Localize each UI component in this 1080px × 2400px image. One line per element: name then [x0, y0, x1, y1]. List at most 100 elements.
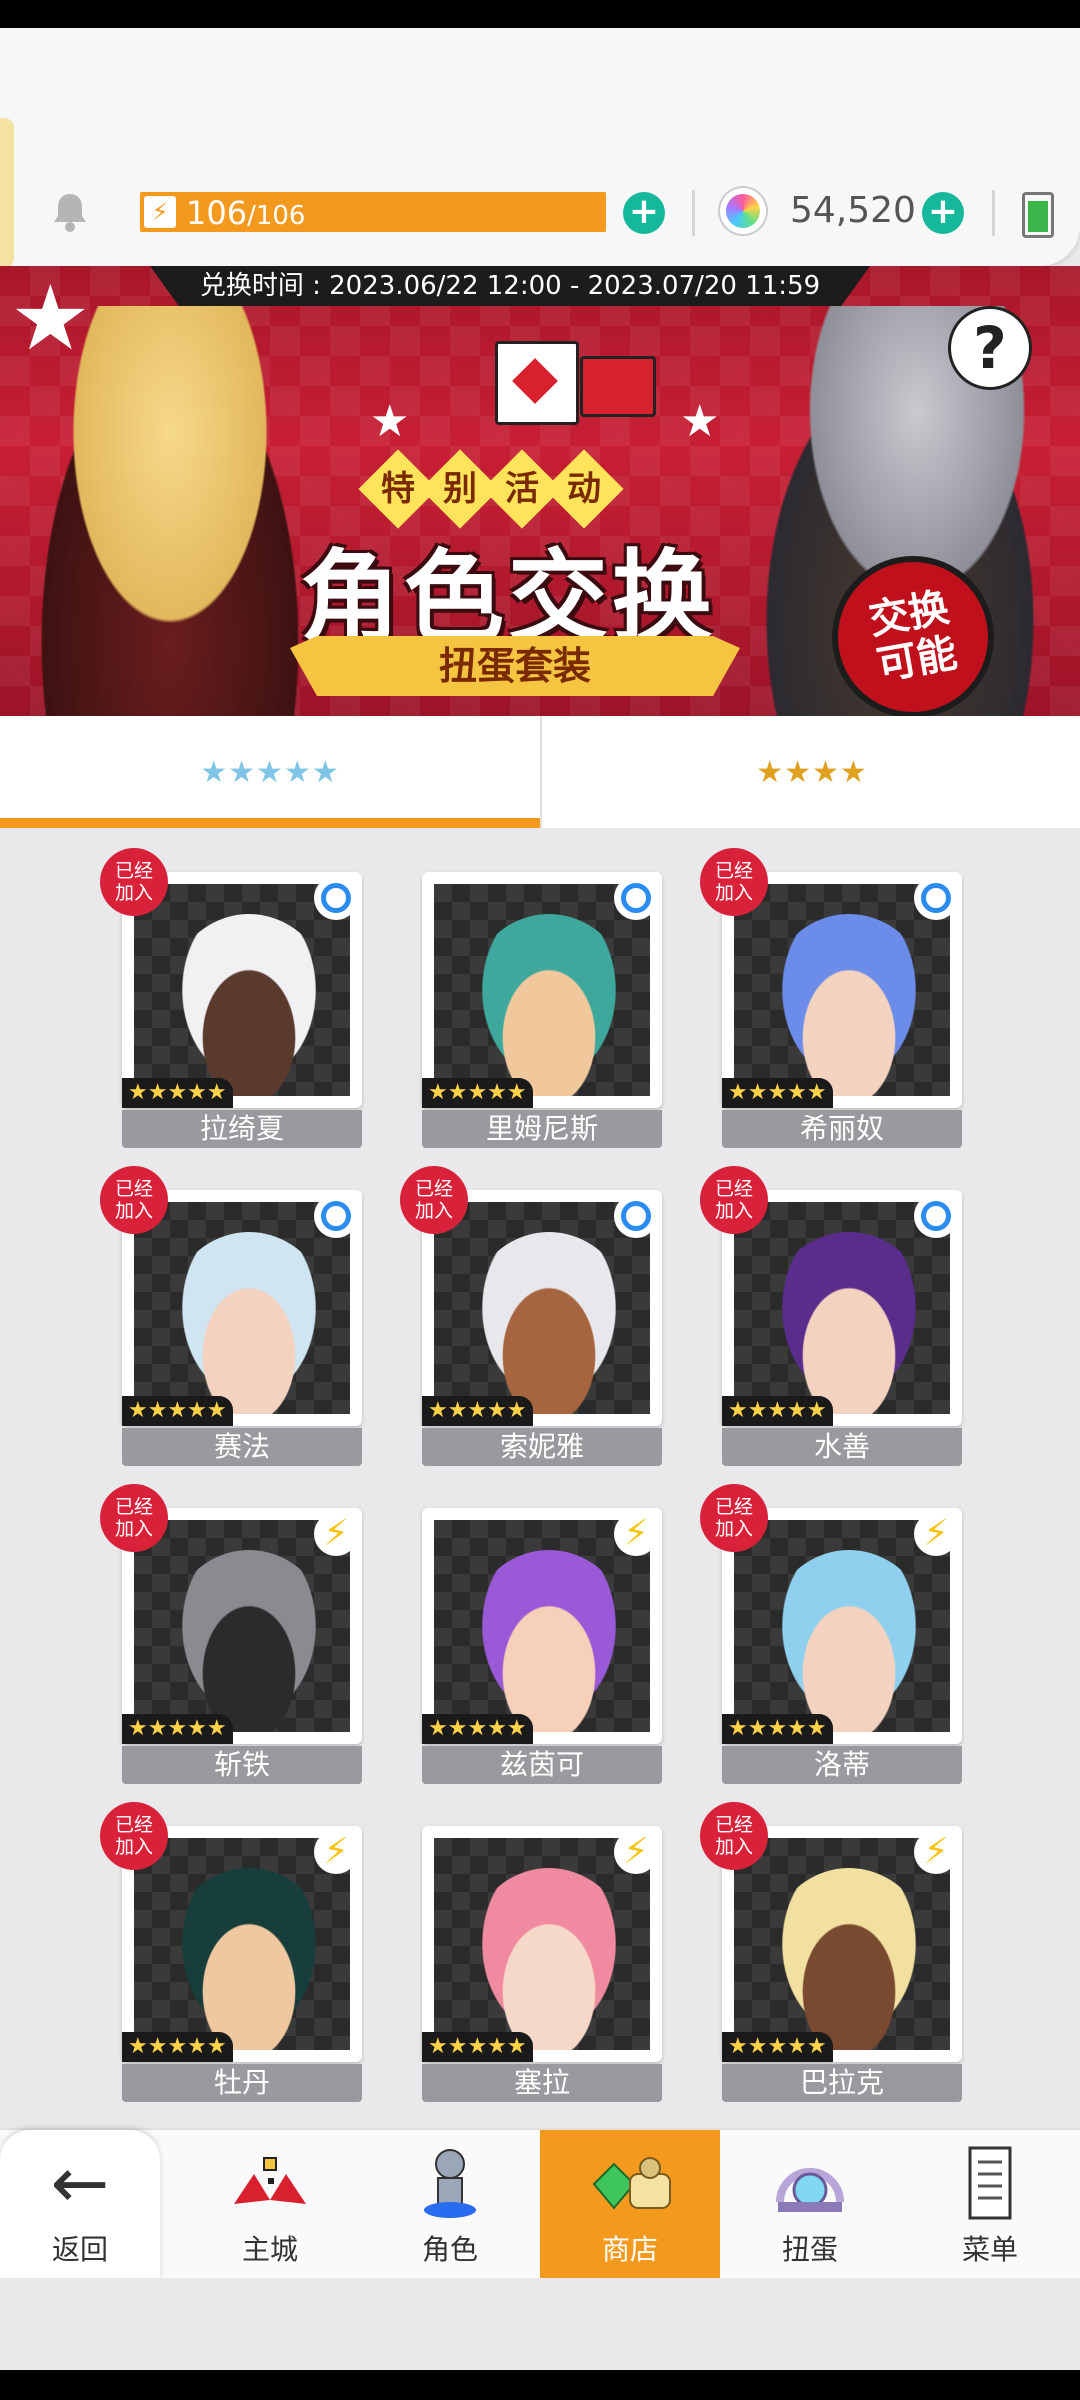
character-card[interactable]: ★★★★★ 里姆尼斯 [422, 848, 662, 1148]
character-face [464, 1868, 634, 2050]
tab-label: ★★★★★ [200, 754, 340, 790]
nav-gacha[interactable]: 扭蛋 [720, 2130, 900, 2280]
side-tab[interactable] [0, 118, 14, 268]
badge-line: 已经 [714, 860, 753, 882]
nav-shop[interactable]: 商店 [540, 2130, 720, 2280]
nav-label: 商店 [601, 2233, 658, 2266]
divider [992, 190, 995, 236]
banner-ribbon: 扭蛋套装 [290, 636, 740, 696]
character-card[interactable]: ★★★★★ 牡丹 已经 加入 ⚡ [100, 1802, 362, 2102]
portrait-frame [434, 1520, 650, 1732]
portrait-frame [734, 1520, 950, 1732]
character-card[interactable]: ★★★★★ 巴拉克 已经 加入 ⚡ [700, 1802, 962, 2102]
badge-line: 加入 [714, 1518, 753, 1540]
gesture-bar [0, 2370, 1080, 2400]
help-icon[interactable]: ? [948, 306, 1032, 390]
character-card[interactable]: ★★★★★ 兹茵可 ⚡ [422, 1484, 662, 1784]
circle-icon [314, 876, 358, 920]
character-face [164, 1868, 334, 2050]
character-face [164, 1232, 334, 1414]
joined-badge: 已经 加入 [700, 1802, 768, 1870]
character-card[interactable]: ★★★★★ 赛法 已经 加入 [100, 1166, 362, 1466]
bolt-icon: ⚡ [614, 1830, 658, 1874]
star-icon: ★ [370, 396, 410, 447]
add-stamina-button[interactable]: + [623, 192, 665, 234]
character-name: 斩铁 [122, 1746, 362, 1784]
badge-line: 已经 [114, 1496, 153, 1518]
card-star-rating: ★★★★★ [722, 1396, 833, 1426]
event-char: 特 [381, 469, 415, 509]
joined-badge: 已经 加入 [100, 1166, 168, 1234]
badge-line: 加入 [414, 1200, 453, 1222]
tab-label: ★★★★ [756, 754, 868, 790]
joined-badge: 已经 加入 [400, 1166, 468, 1234]
bolt-icon: ⚡ [914, 1512, 958, 1556]
badge-line: 加入 [114, 1836, 153, 1858]
card-star-rating: ★★★★★ [422, 1396, 533, 1426]
portrait-frame [734, 1202, 950, 1414]
event-banner: ★ 兑换时间 : 2023.06/22 12:00 - 2023.07/20 1… [0, 266, 1080, 716]
portrait-frame [134, 1838, 350, 2050]
badge-line: 已经 [414, 1178, 453, 1200]
gem-icon [720, 188, 766, 234]
bell-icon[interactable] [48, 190, 92, 234]
stamina-bolt-icon: ⚡ [144, 196, 176, 228]
character-name: 里姆尼斯 [422, 1110, 662, 1148]
character-name: 希丽奴 [722, 1110, 962, 1148]
character-card[interactable]: ★★★★★ 索妮雅 已经 加入 [400, 1166, 662, 1466]
character-name: 塞拉 [422, 2064, 662, 2102]
character-name: 索妮雅 [422, 1428, 662, 1466]
character-card[interactable]: ★★★★★ 希丽奴 已经 加入 [700, 848, 962, 1148]
character-card[interactable]: ★★★★★ 拉绮夏 已经 加入 [100, 848, 362, 1148]
character-name: 拉绮夏 [122, 1110, 362, 1148]
portrait-frame [434, 1202, 650, 1414]
character-card[interactable]: ★★★★★ 洛蒂 已经 加入 ⚡ [700, 1484, 962, 1784]
character-icon [424, 2149, 476, 2218]
joined-badge: 已经 加入 [100, 848, 168, 916]
badge-line: 已经 [714, 1178, 753, 1200]
tab-4-star[interactable]: ★★★★ [540, 716, 1080, 828]
character-art-left [20, 306, 320, 716]
badge-line: 加入 [114, 882, 153, 904]
badge-line: 加入 [714, 1200, 753, 1222]
bolt-icon: ⚡ [314, 1512, 358, 1556]
event-char: 动 [567, 469, 601, 509]
badge-line: 已经 [714, 1496, 753, 1518]
active-tab-indicator [0, 818, 540, 828]
character-name: 巴拉克 [722, 2064, 962, 2102]
badge-line: 加入 [714, 882, 753, 904]
stamina-bar: ⚡ 106/106 [140, 192, 606, 232]
character-face [764, 914, 934, 1096]
card-star-rating: ★★★★★ [422, 1078, 533, 1108]
badge-line: 已经 [714, 1814, 753, 1836]
event-char: 别 [443, 469, 477, 509]
nav-main-city[interactable]: 主城 [180, 2130, 360, 2280]
special-event-label: 特 别 活 动 [358, 449, 624, 529]
character-card[interactable]: ★★★★★ 水善 已经 加入 [700, 1166, 962, 1466]
back-button[interactable]: ← 返回 [0, 2130, 160, 2280]
card-star-rating: ★★★★★ [422, 1714, 533, 1744]
character-card[interactable]: ★★★★★ 斩铁 已经 加入 ⚡ [100, 1484, 362, 1784]
nav-characters[interactable]: 角色 [360, 2130, 540, 2280]
nav-menu[interactable]: 菜单 [900, 2130, 1080, 2280]
tab-5-star[interactable]: ★★★★★ [0, 716, 540, 828]
envelope-icon [495, 341, 579, 425]
back-label: 返回 [51, 2233, 108, 2266]
character-card[interactable]: ★★★★★ 塞拉 ⚡ [422, 1802, 662, 2102]
star-icon: ★ [680, 396, 720, 447]
character-face [164, 914, 334, 1096]
gem-count: 54,520 [790, 190, 916, 231]
badge-line: 已经 [114, 1178, 153, 1200]
gacha-orb-icon [776, 2168, 844, 2212]
joined-badge: 已经 加入 [100, 1802, 168, 1870]
nav-label: 主城 [241, 2233, 298, 2266]
portrait-frame [734, 884, 950, 1096]
joined-badge: 已经 加入 [100, 1484, 168, 1552]
stamina-current: 106 [186, 194, 248, 232]
add-gems-button[interactable]: + [922, 192, 964, 234]
joined-badge: 已经 加入 [700, 848, 768, 916]
bolt-icon: ⚡ [914, 1830, 958, 1874]
joined-badge: 已经 加入 [700, 1484, 768, 1552]
nav-label: 菜单 [961, 2233, 1018, 2266]
character-face [464, 1232, 634, 1414]
